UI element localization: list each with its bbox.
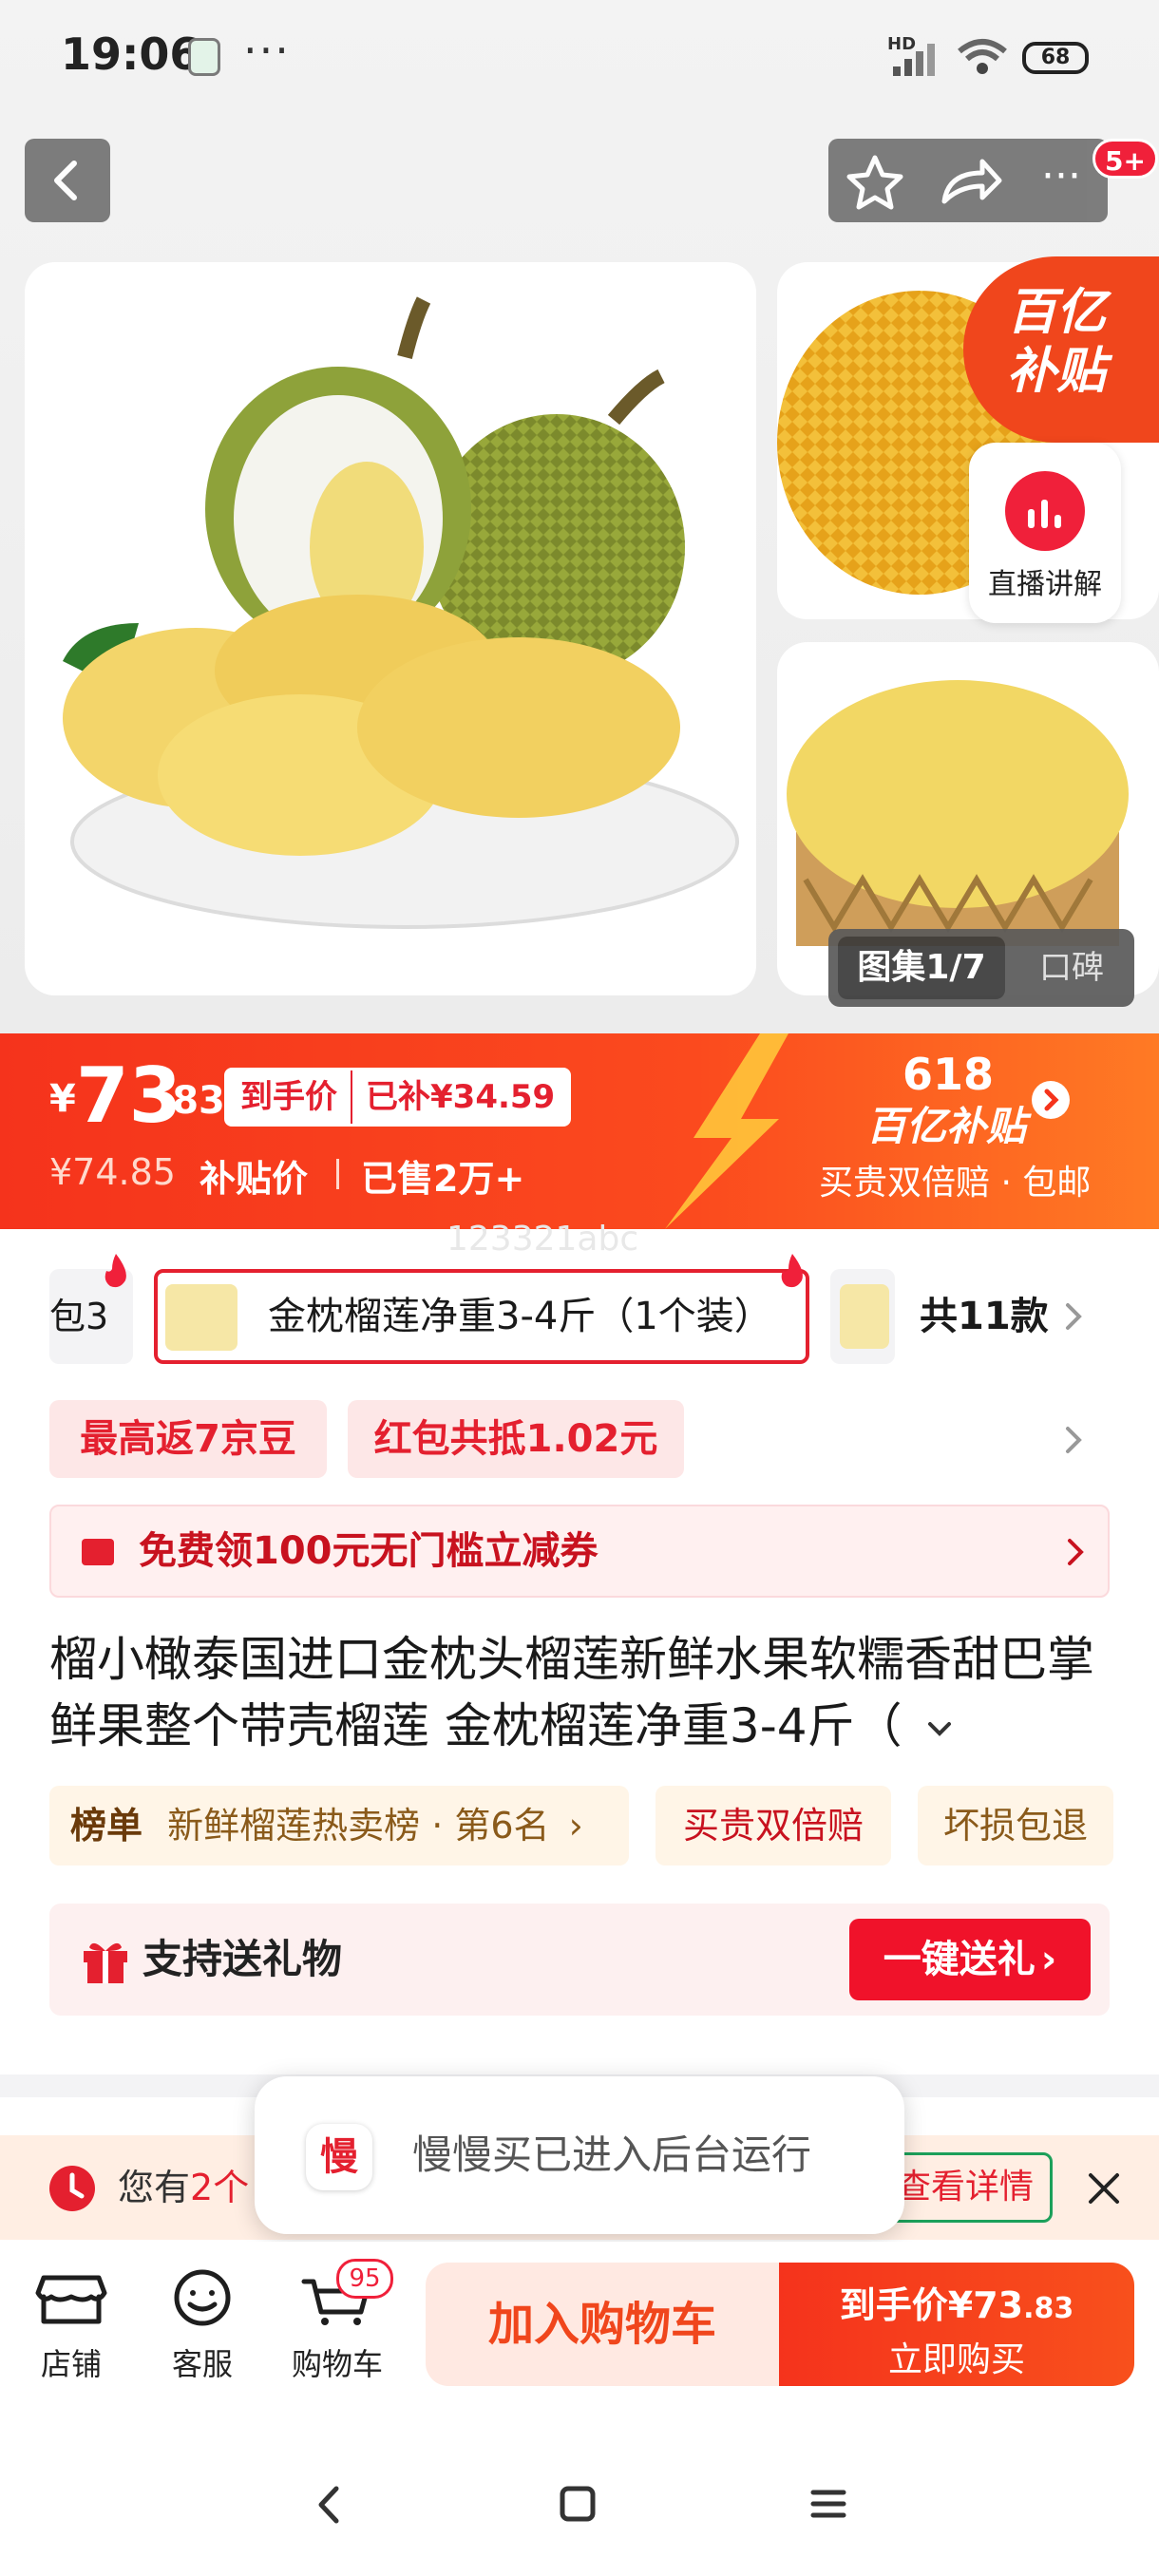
live-label: 直播讲解 bbox=[988, 568, 1102, 601]
variant-thumb bbox=[165, 1284, 238, 1351]
variant-chip-selected[interactable]: 金枕榴莲净重3-4斤（1个装） bbox=[154, 1269, 809, 1364]
sold-count: 已售2万+ bbox=[361, 1158, 525, 1200]
price-decimal: .83 bbox=[158, 1079, 225, 1123]
sim-icon bbox=[188, 38, 220, 76]
notice-prefix: 您有 bbox=[118, 2167, 191, 2208]
close-icon[interactable] bbox=[1085, 2169, 1123, 2207]
variant-total[interactable]: 共11款 bbox=[920, 1269, 1049, 1364]
guarantee-text: 买贵双倍赔 · 包邮 bbox=[819, 1164, 1092, 1203]
share-icon[interactable] bbox=[922, 139, 1015, 222]
status-bar: 19:06 ··· HD 68 bbox=[0, 0, 1159, 114]
store-icon bbox=[35, 2275, 107, 2324]
price-bar[interactable]: ¥ 73 .83 到手价 已补¥34.59 ¥74.85 补贴价 已售2万+ 6… bbox=[0, 1033, 1159, 1229]
subsidy-corner-badge: 百亿 补贴 bbox=[963, 256, 1159, 443]
subsidy-price-label: 补贴价 bbox=[200, 1158, 309, 1200]
redpacket-promo[interactable]: 红包共抵1.02元 bbox=[348, 1400, 684, 1478]
subsidy-corner-line2: 补贴 bbox=[1007, 343, 1107, 400]
variant-thumb bbox=[840, 1284, 889, 1349]
product-title[interactable]: 榴小橄泰国进口金枕头榴莲新鲜水果软糯香甜巴掌鲜果整个带壳榴莲 金枕榴莲净重3-4… bbox=[49, 1626, 1113, 1759]
buy-price-int: 73 bbox=[973, 2284, 1024, 2326]
hot-flame-icon bbox=[781, 1254, 803, 1288]
variant-selector: 包3 金枕榴莲净重3-4斤（1个装） 共11款 bbox=[0, 1244, 1159, 1377]
store-button[interactable]: 店铺 bbox=[28, 2268, 114, 2384]
damage-return-tag[interactable]: 坏损包退 bbox=[918, 1786, 1113, 1866]
live-icon bbox=[1005, 471, 1085, 551]
price-divider bbox=[336, 1159, 339, 1189]
cart-label: 购物车 bbox=[291, 2346, 383, 2382]
main-product-image[interactable] bbox=[25, 262, 756, 995]
hot-flame-icon bbox=[104, 1254, 126, 1288]
app-icon: 慢 bbox=[306, 2124, 372, 2190]
more-badge: 5+ bbox=[1092, 139, 1158, 179]
header-toolbox: ··· bbox=[828, 139, 1108, 222]
favorite-star-icon[interactable] bbox=[828, 139, 922, 222]
coupon-icon bbox=[82, 1539, 114, 1565]
store-label: 店铺 bbox=[40, 2346, 102, 2382]
buy-price-label: 到手价 bbox=[839, 2284, 948, 2326]
buy-now-label: 立即购买 bbox=[887, 2340, 1025, 2379]
subsidy-corner-line1: 百亿 bbox=[1007, 284, 1107, 341]
customer-service-button[interactable]: 客服 bbox=[160, 2268, 245, 2384]
event-brand: 百亿补贴 bbox=[866, 1103, 1027, 1149]
chevron-right-icon: › bbox=[568, 1805, 583, 1847]
send-gift-label: 一键送礼 bbox=[883, 1938, 1036, 1981]
status-more-dots: ··· bbox=[243, 25, 291, 76]
tab-gallery[interactable]: 图集1/7 bbox=[838, 937, 1005, 999]
service-smiley-icon bbox=[174, 2269, 231, 2326]
final-price-tag: 到手价 已补¥34.59 bbox=[224, 1068, 572, 1127]
gift-section: 支持送礼物 一键送礼 › bbox=[49, 1904, 1110, 2016]
status-time: 19:06 bbox=[61, 28, 200, 80]
bottom-action-bar: 店铺 客服 购物车 95 加入购物车 到手价¥73.83 立即购买 bbox=[0, 2242, 1159, 2394]
original-price: ¥74.85 bbox=[49, 1151, 176, 1193]
chevron-down-icon[interactable] bbox=[924, 1714, 955, 1745]
battery-indicator: 68 bbox=[1022, 42, 1089, 74]
coupon-banner[interactable]: 免费领100元无门槛立减券 bbox=[49, 1505, 1110, 1598]
nav-menu-icon[interactable] bbox=[808, 2483, 849, 2525]
chevron-left-icon bbox=[54, 161, 77, 200]
background-toast: 慢 慢慢买已进入后台运行 bbox=[255, 2076, 904, 2234]
back-button[interactable] bbox=[25, 139, 110, 222]
system-navigation-bar bbox=[0, 2437, 1159, 2576]
toast-message: 慢慢买已进入后台运行 bbox=[412, 2131, 812, 2178]
tab-reviews[interactable]: 口碑 bbox=[1018, 937, 1125, 999]
chevron-right-icon: › bbox=[1040, 1938, 1057, 1981]
variant-chip-next[interactable] bbox=[830, 1269, 895, 1364]
final-price-label: 到手价 bbox=[240, 1078, 337, 1116]
jingdou-promo[interactable]: 最高返7京豆 bbox=[49, 1400, 327, 1478]
gift-label: 支持送礼物 bbox=[142, 1936, 343, 1982]
double-pay-tag[interactable]: 买贵双倍赔 bbox=[656, 1786, 891, 1866]
gallery-tabs: 图集1/7 口碑 bbox=[828, 929, 1134, 1007]
live-explain-button[interactable]: 直播讲解 bbox=[969, 443, 1121, 623]
chevron-right-icon[interactable] bbox=[1062, 1299, 1085, 1334]
signal-icon bbox=[893, 44, 935, 76]
gift-icon bbox=[84, 1942, 127, 1983]
chevron-right-icon bbox=[1068, 1539, 1084, 1565]
rank-text: 新鲜榴莲热卖榜 · 第6名 bbox=[167, 1805, 550, 1847]
notice-text: 您有2个 bbox=[118, 2135, 249, 2240]
buy-price-line: 到手价¥73.83 bbox=[779, 2276, 1134, 2328]
event-arrow-icon bbox=[1032, 1081, 1070, 1119]
rank-label: 榜单 bbox=[70, 1805, 143, 1847]
buy-price-dec: .83 bbox=[1023, 2292, 1074, 2325]
event-label: 618 bbox=[902, 1049, 995, 1100]
nav-back-icon[interactable] bbox=[310, 2481, 348, 2529]
coupon-text: 免费领100元无门槛立减券 bbox=[139, 1529, 598, 1573]
nav-home-icon[interactable] bbox=[557, 2483, 598, 2525]
price-currency: ¥ bbox=[49, 1077, 76, 1121]
send-gift-button[interactable]: 一键送礼 › bbox=[849, 1919, 1091, 2000]
chevron-right-icon[interactable] bbox=[1062, 1423, 1085, 1457]
notice-count: 2个 bbox=[190, 2167, 250, 2208]
lightning-decoration bbox=[665, 1033, 788, 1229]
subsidy-amount: 已补¥34.59 bbox=[351, 1070, 568, 1124]
durian-image bbox=[63, 296, 739, 929]
variant-selected-label: 金枕榴莲净重3-4斤（1个装） bbox=[268, 1295, 772, 1338]
service-label: 客服 bbox=[171, 2346, 233, 2382]
rank-tag[interactable]: 榜单 新鲜榴莲热卖榜 · 第6名 › bbox=[49, 1786, 629, 1866]
cart-badge: 95 bbox=[336, 2259, 393, 2299]
clock-icon bbox=[49, 2166, 95, 2211]
buy-price-currency: ¥ bbox=[947, 2284, 974, 2326]
wifi-icon bbox=[958, 39, 1007, 74]
add-to-cart-button[interactable]: 加入购物车 bbox=[426, 2263, 779, 2386]
buy-now-button[interactable]: 到手价¥73.83 立即购买 bbox=[779, 2263, 1134, 2386]
